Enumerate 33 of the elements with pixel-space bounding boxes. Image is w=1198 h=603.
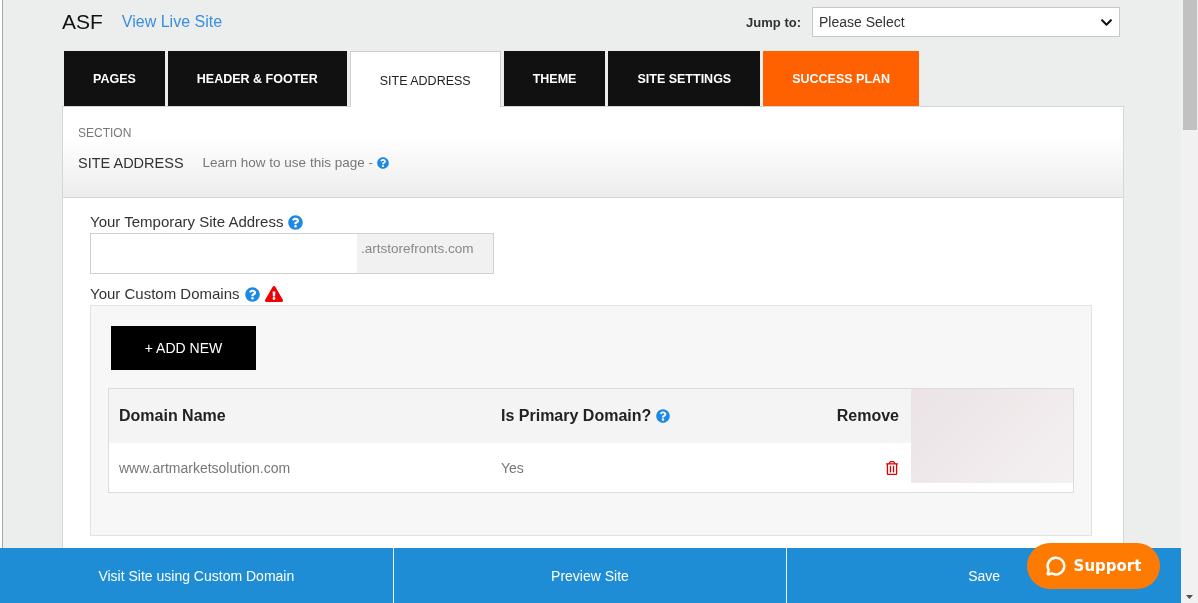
nav-tab[interactable]: SITE ADDRESS [349, 51, 501, 107]
trash-icon[interactable] [885, 460, 899, 475]
learn-how-link[interactable]: Learn how to use this page - [202, 154, 373, 172]
help-icon[interactable] [656, 409, 671, 423]
nav-tab[interactable]: THEME [503, 51, 606, 106]
custom-domains-label: Your Custom Domains [90, 285, 240, 303]
scrollbar-thumb[interactable] [1182, 0, 1197, 130]
nav-tab[interactable]: HEADER & FOOTER [167, 51, 347, 106]
view-live-site-link[interactable]: View Live Site [121, 13, 223, 31]
add-new-button[interactable]: + ADD NEW [111, 326, 256, 370]
nav-tab[interactable]: SUCCESS PLAN [763, 51, 920, 106]
support-button[interactable]: Support [1027, 543, 1160, 589]
jump-to-label: Jump to: [746, 14, 801, 30]
section-title: SITE ADDRESS [78, 154, 184, 172]
temporary-address-label: Your Temporary Site Address [90, 213, 284, 231]
help-icon[interactable] [244, 286, 260, 302]
primary-cell-text: Yes [500, 458, 525, 478]
column-header: Remove [836, 407, 899, 425]
help-icon[interactable] [288, 214, 304, 230]
site-title: ASF [62, 10, 103, 34]
domain-suffix: .artstorefronts.com [357, 234, 493, 273]
help-icon[interactable] [376, 157, 389, 169]
column-header: Domain Name [119, 407, 226, 425]
scroll-down-arrow-icon[interactable] [1186, 595, 1193, 599]
chat-bubble-icon [1045, 556, 1066, 576]
domain-cell-text: www.artmarketsolution.com [118, 458, 292, 478]
nav-tab[interactable]: PAGES [64, 51, 165, 106]
section-caption: SECTION [78, 126, 133, 140]
column-header: Is Primary Domain? [501, 407, 652, 425]
temporary-address-field[interactable]: .artstorefronts.com [90, 233, 494, 274]
jump-to-select[interactable]: Please Select [812, 7, 1120, 37]
scrollbar[interactable] [1181, 0, 1198, 603]
nav-tab[interactable]: SITE SETTINGS [608, 51, 761, 106]
